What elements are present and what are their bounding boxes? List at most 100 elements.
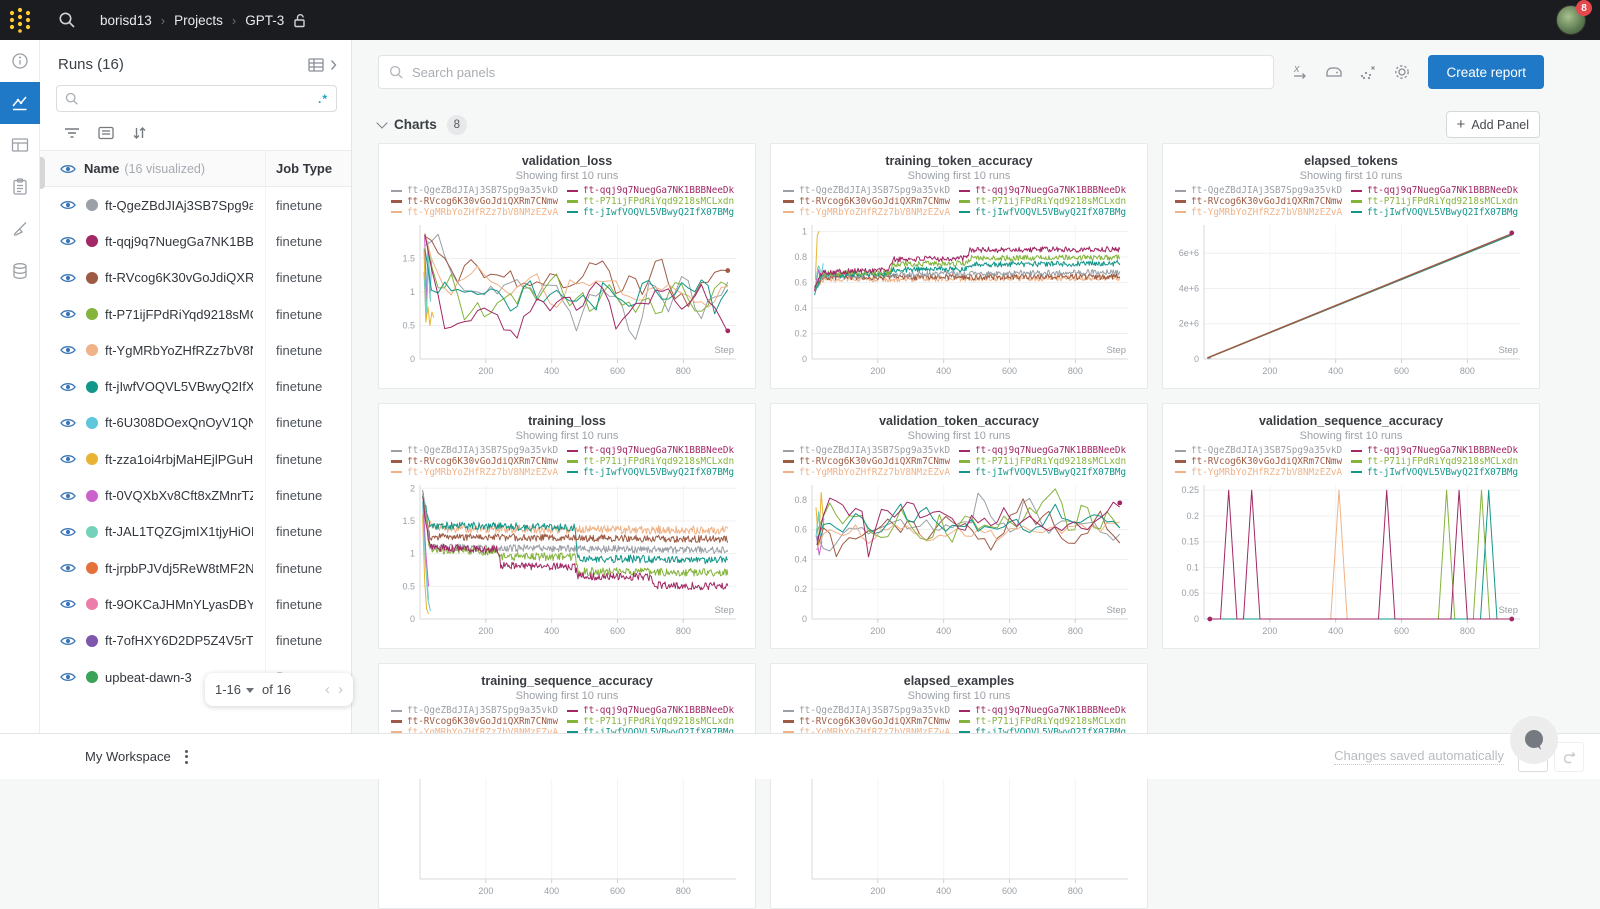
- visibility-eye-icon[interactable]: [60, 671, 76, 683]
- run-row[interactable]: ft-0VQXbXv8Cft8xZMnrTZfinetune: [40, 477, 351, 513]
- run-name[interactable]: ft-zza1oi4rbjMaHEjlPGuH: [105, 452, 253, 467]
- sidebar-collapse-handle[interactable]: [40, 157, 45, 189]
- filter-icon[interactable]: [64, 126, 80, 140]
- legend-item[interactable]: ft-YgMRbYoZHfRZz7bV8NMzEZvA: [783, 207, 959, 217]
- run-name[interactable]: ft-QgeZBdJIAj3SB7Spg9a35vkD: [105, 198, 253, 213]
- regex-toggle[interactable]: .*: [318, 92, 328, 106]
- run-row[interactable]: ft-jIwfVOQVL5VBwyQ2IfX07BMgfinetune: [40, 368, 351, 404]
- legend-item[interactable]: ft-YgMRbYoZHfRZz7bV8NMzEZvA: [391, 207, 567, 217]
- rail-item-panels[interactable]: [0, 124, 40, 166]
- run-row[interactable]: ft-zza1oi4rbjMaHEjlPGuHfinetune: [40, 441, 351, 477]
- legend-item[interactable]: ft-P71ijFPdRiYqd9218sMCLxdn: [959, 717, 1135, 727]
- visibility-eye-icon[interactable]: [60, 344, 76, 356]
- run-name[interactable]: ft-RVcog6K30vGoJdiQXRm7CNmw: [105, 270, 253, 285]
- legend-item[interactable]: ft-RVcog6K30vGoJdiQXRm7CNmw: [1175, 197, 1351, 207]
- run-name[interactable]: ft-7ofHXY6D2DP5Z4V5rTv: [105, 633, 253, 648]
- chart-plot[interactable]: 00.20.40.60.8200400600800Step: [778, 479, 1140, 643]
- outliers-button[interactable]: [1358, 62, 1378, 82]
- legend-item[interactable]: ft-qqj9q7NuegGa7NK1BBBNeeDk: [567, 706, 743, 716]
- legend-item[interactable]: ft-qqj9q7NuegGa7NK1BBBNeeDk: [959, 186, 1135, 196]
- visibility-eye-icon[interactable]: [60, 526, 76, 538]
- run-name[interactable]: ft-jIwfVOQVL5VBwyQ2IfX07BMg: [105, 379, 253, 394]
- visibility-eye-icon[interactable]: [60, 199, 76, 211]
- legend-item[interactable]: ft-RVcog6K30vGoJdiQXRm7CNmw: [783, 197, 959, 207]
- legend-item[interactable]: ft-qqj9q7NuegGa7NK1BBBNeeDk: [959, 706, 1135, 716]
- workspace-name[interactable]: My Workspace: [85, 749, 171, 764]
- legend-item[interactable]: ft-P71ijFPdRiYqd9218sMCLxdn: [567, 457, 743, 467]
- legend-item[interactable]: ft-YgMRbYoZHfRZz7bV8NMzEZvA: [1175, 467, 1351, 477]
- chart-panel[interactable]: training_sequence_accuracyShowing first …: [378, 663, 756, 909]
- chart-panel[interactable]: validation_sequence_accuracyShowing firs…: [1162, 403, 1540, 649]
- visibility-eye-icon[interactable]: [60, 635, 76, 647]
- legend-item[interactable]: ft-P71ijFPdRiYqd9218sMCLxdn: [567, 197, 743, 207]
- run-row[interactable]: ft-7ofHXY6D2DP5Z4V5rTvfinetune: [40, 623, 351, 659]
- legend-item[interactable]: ft-RVcog6K30vGoJdiQXRm7CNmw: [391, 457, 567, 467]
- legend-item[interactable]: ft-QgeZBdJIAj3SB7Spg9a35vkD: [391, 186, 567, 196]
- global-search-button[interactable]: [58, 11, 76, 29]
- run-name[interactable]: ft-jrpbPJVdj5ReW8tMF2N: [105, 561, 253, 576]
- sort-icon[interactable]: [132, 126, 147, 140]
- rail-item-jobs[interactable]: [0, 166, 40, 208]
- panel-search-box[interactable]: [378, 55, 1274, 89]
- breadcrumb-entity[interactable]: borisd13: [100, 13, 152, 28]
- legend-item[interactable]: ft-QgeZBdJIAj3SB7Spg9a35vkD: [391, 706, 567, 716]
- smoothing-button[interactable]: [1324, 62, 1344, 82]
- charts-collapse-chevron-icon[interactable]: [376, 117, 387, 128]
- legend-item[interactable]: ft-RVcog6K30vGoJdiQXRm7CNmw: [1175, 457, 1351, 467]
- notification-badge[interactable]: 8: [1576, 0, 1592, 16]
- create-report-button[interactable]: Create report: [1428, 55, 1544, 89]
- runs-table-expand-button[interactable]: [308, 57, 337, 73]
- user-menu[interactable]: 8: [1556, 5, 1586, 35]
- run-row[interactable]: ft-RVcog6K30vGoJdiQXRm7CNmwfinetune: [40, 260, 351, 296]
- chart-plot[interactable]: 00.20.40.60.81200400600800Step: [778, 219, 1140, 383]
- legend-item[interactable]: ft-jIwfVOQVL5VBwyQ2IfX07BMg: [567, 207, 743, 217]
- run-row[interactable]: ft-jrpbPJVdj5ReW8tMF2Nfinetune: [40, 550, 351, 586]
- legend-item[interactable]: ft-P71ijFPdRiYqd9218sMCLxdn: [1351, 457, 1527, 467]
- visibility-eye-icon[interactable]: [60, 598, 76, 610]
- chart-panel[interactable]: training_token_accuracyShowing first 10 …: [770, 143, 1148, 389]
- visibility-eye-icon[interactable]: [60, 453, 76, 465]
- legend-item[interactable]: ft-QgeZBdJIAj3SB7Spg9a35vkD: [1175, 186, 1351, 196]
- pagination-caret-icon[interactable]: [246, 688, 254, 693]
- legend-item[interactable]: ft-QgeZBdJIAj3SB7Spg9a35vkD: [783, 446, 959, 456]
- charts-section-label[interactable]: Charts: [394, 117, 437, 132]
- rail-item-workspace[interactable]: [0, 82, 40, 124]
- legend-item[interactable]: ft-jIwfVOQVL5VBwyQ2IfX07BMg: [1351, 467, 1527, 477]
- legend-item[interactable]: ft-YgMRbYoZHfRZz7bV8NMzEZvA: [783, 467, 959, 477]
- chart-panel[interactable]: elapsed_examplesShowing first 10 runsft-…: [770, 663, 1148, 909]
- runs-search-input[interactable]: [85, 92, 318, 106]
- run-name[interactable]: ft-9OKCaJHMnYLyasDBYF: [105, 597, 253, 612]
- rail-item-artifacts[interactable]: [0, 250, 40, 292]
- legend-item[interactable]: ft-jIwfVOQVL5VBwyQ2IfX07BMg: [959, 207, 1135, 217]
- run-name[interactable]: ft-JAL1TQZGjmIX1tjyHiOI: [105, 524, 253, 539]
- legend-item[interactable]: ft-RVcog6K30vGoJdiQXRm7CNmw: [391, 197, 567, 207]
- workspace-menu-icon[interactable]: [185, 750, 188, 764]
- redo-button[interactable]: [1554, 742, 1584, 772]
- run-name[interactable]: ft-YgMRbYoZHfRZz7bV8NMzEZvA: [105, 343, 253, 358]
- runs-search-box[interactable]: .*: [56, 85, 337, 112]
- legend-item[interactable]: ft-YgMRbYoZHfRZz7bV8NMzEZvA: [391, 467, 567, 477]
- pagination-next-button[interactable]: ›: [338, 681, 343, 698]
- visibility-eye-icon[interactable]: [60, 417, 76, 429]
- group-icon[interactable]: [98, 126, 114, 140]
- run-row[interactable]: ft-qqj9q7NuegGa7NK1BBBNeeDkfinetune: [40, 223, 351, 259]
- run-name[interactable]: ft-0VQXbXv8Cft8xZMnrTZ: [105, 488, 253, 503]
- column-header-job-type[interactable]: Job Type: [265, 151, 351, 187]
- chat-support-button[interactable]: [1510, 716, 1558, 764]
- wandb-logo[interactable]: [0, 0, 40, 40]
- chart-panel[interactable]: validation_token_accuracyShowing first 1…: [770, 403, 1148, 649]
- run-row[interactable]: ft-6U308DOexQnOyV1QNfinetune: [40, 405, 351, 441]
- visibility-all-eye-icon[interactable]: [60, 163, 76, 175]
- panel-search-input[interactable]: [412, 65, 1263, 80]
- legend-item[interactable]: ft-P71ijFPdRiYqd9218sMCLxdn: [567, 717, 743, 727]
- legend-item[interactable]: ft-jIwfVOQVL5VBwyQ2IfX07BMg: [1351, 207, 1527, 217]
- pagination-range[interactable]: 1-16: [215, 682, 241, 697]
- legend-item[interactable]: ft-P71ijFPdRiYqd9218sMCLxdn: [959, 457, 1135, 467]
- visibility-eye-icon[interactable]: [60, 562, 76, 574]
- run-name[interactable]: ft-P71ijFPdRiYqd9218sMCLxdn: [105, 307, 253, 322]
- column-header-name[interactable]: Name: [84, 161, 119, 176]
- legend-item[interactable]: ft-YgMRbYoZHfRZz7bV8NMzEZvA: [1175, 207, 1351, 217]
- legend-item[interactable]: ft-RVcog6K30vGoJdiQXRm7CNmw: [783, 717, 959, 727]
- legend-item[interactable]: ft-qqj9q7NuegGa7NK1BBBNeeDk: [567, 186, 743, 196]
- legend-item[interactable]: ft-jIwfVOQVL5VBwyQ2IfX07BMg: [567, 467, 743, 477]
